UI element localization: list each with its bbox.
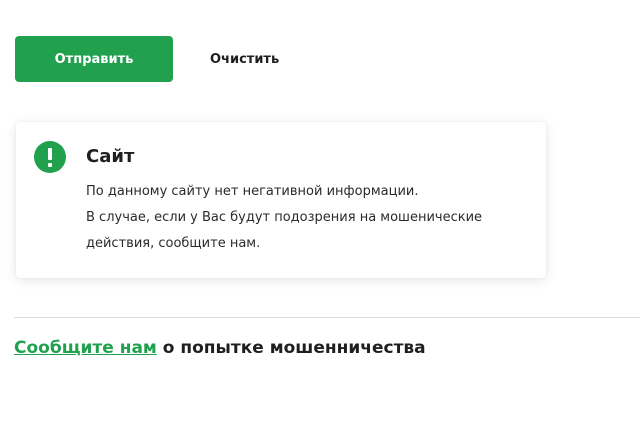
report-fraud-line: Сообщите нам о попытке мошенничества <box>14 338 426 358</box>
card-title: Сайт <box>86 146 135 167</box>
form-actions: Отправить Очистить <box>15 36 279 82</box>
site-info-card: Сайт По данному сайту нет негативной инф… <box>16 122 546 278</box>
card-text-line: В случае, если у Вас будут подозрения на… <box>86 210 483 251</box>
page: Отправить Очистить Сайт По данному сайту… <box>0 0 640 426</box>
card-body: По данному сайту нет негативной информац… <box>86 179 536 257</box>
submit-button[interactable]: Отправить <box>15 36 173 82</box>
report-text: о попытке мошенничества <box>156 338 426 358</box>
divider <box>14 317 640 318</box>
exclamation-icon <box>34 141 66 173</box>
clear-button[interactable]: Очистить <box>210 52 279 67</box>
card-text-line: По данному сайту нет негативной информац… <box>86 184 419 199</box>
report-link[interactable]: Сообщите нам <box>14 338 157 358</box>
